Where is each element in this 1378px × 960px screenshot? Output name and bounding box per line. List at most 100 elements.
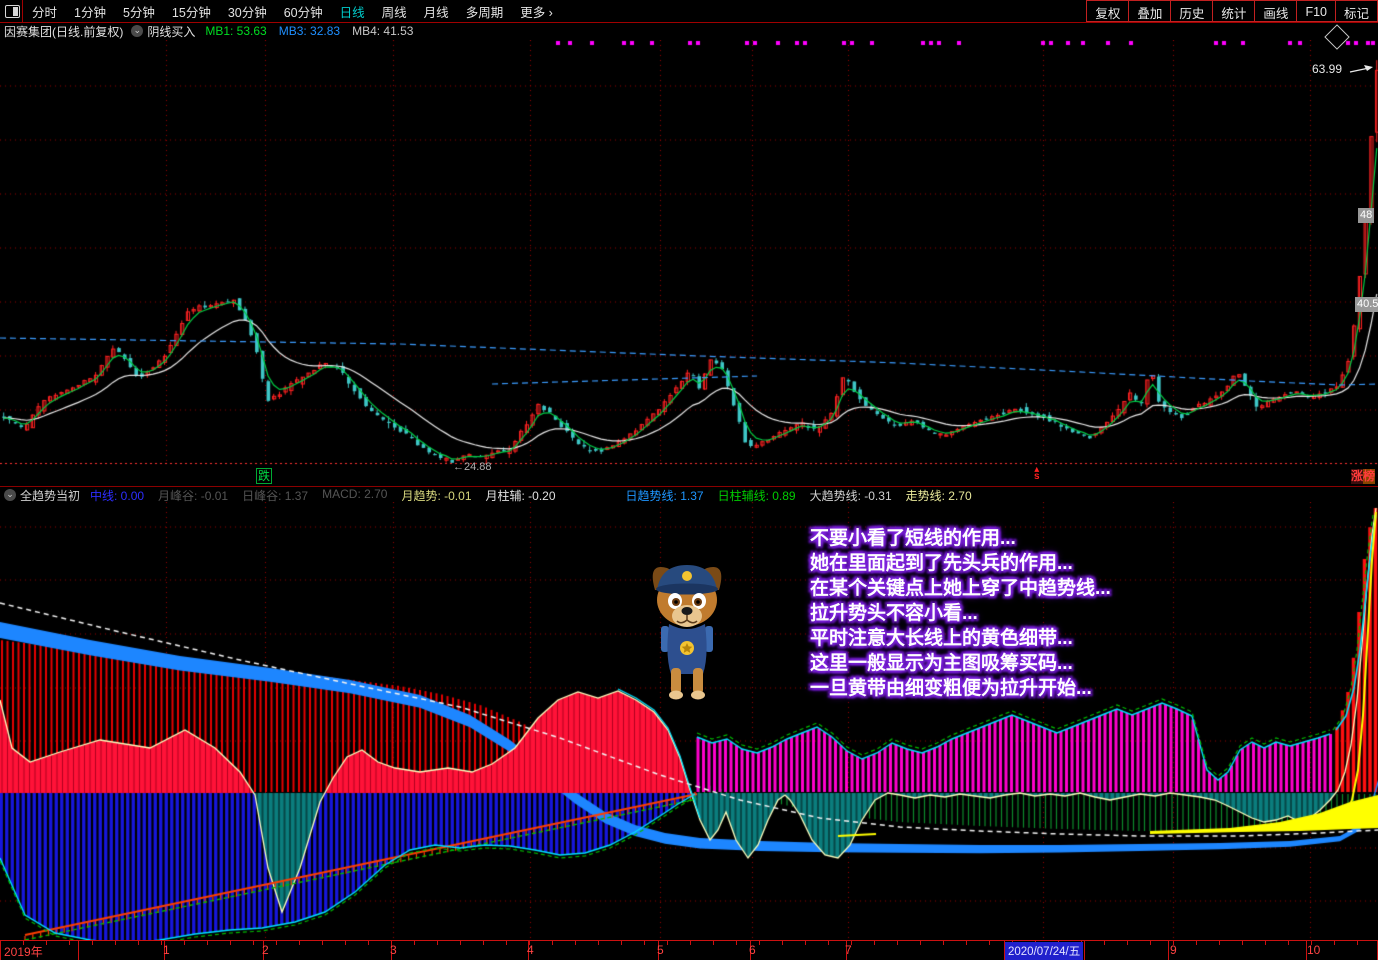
toolbar-button-画线[interactable]: 画线 [1254, 0, 1298, 22]
field-日峰谷: 日峰谷: 1.37 [242, 488, 309, 503]
axis-tick [598, 941, 599, 945]
axis-tick [414, 941, 415, 945]
tab-5分钟[interactable]: 5分钟 [123, 2, 155, 21]
axis-tick [184, 941, 185, 945]
tab-多周期[interactable]: 多周期 [466, 2, 504, 21]
axis-tick [966, 941, 967, 945]
tab-分时[interactable]: 分时 [32, 2, 57, 21]
toolbar-button-统计[interactable]: 统计 [1212, 0, 1256, 22]
rank-badge[interactable]: 涨榜 [1351, 469, 1376, 484]
axis-tick [575, 941, 576, 945]
indicator-values: 中线: 0.00 月峰谷: -0.01 日峰谷: 1.37 MACD: 2.70 月趋势… [90, 487, 986, 504]
axis-tick [207, 941, 208, 945]
axis-tick [253, 941, 254, 945]
axis-tick [1288, 941, 1289, 945]
chevron-down-icon[interactable]: ⌄ [131, 25, 144, 37]
trading-app-window: 分时 1分钟 5分钟 15分钟 30分钟 60分钟 日线 周线 月线 多周期 更多 › 复权 叠加 历史… [0, 0, 1378, 960]
time-axis[interactable]: 2019年 1 2 3 4 5 6 7 9 10 2020/07/24/五 [0, 940, 1378, 960]
field-月趋势: 月趋势: -0.01 [401, 488, 472, 503]
axis-tick [782, 941, 783, 945]
ma-values: MB1: 53.63 MB3: 32.83 MB4: 41.53 [205, 24, 413, 38]
toolbar-button-F10[interactable]: F10 [1296, 0, 1336, 22]
field-月峰谷: 月峰谷: -0.01 [158, 488, 229, 503]
tab-60分钟[interactable]: 60分钟 [284, 2, 323, 21]
tab-月线[interactable]: 月线 [424, 2, 449, 21]
axis-tick [1242, 941, 1243, 945]
field-日趋势线: 日趋势线: 1.37 [625, 488, 704, 503]
axis-tick [483, 941, 484, 945]
annotation-line: 她在里面起到了先头兵的作用... [810, 553, 1073, 574]
axis-label-1: 1 [163, 943, 170, 957]
price-tag-48: 48 [1358, 208, 1375, 223]
axis-separator [78, 941, 79, 960]
axis-tick [828, 941, 829, 945]
axis-tick [1104, 941, 1105, 945]
axis-tick [621, 941, 622, 945]
annotation-line: 在某个关键点上她上穿了中趋势线... [810, 578, 1111, 599]
annotation-line: 不要小看了短线的作用... [810, 528, 1016, 549]
axis-tick [552, 941, 553, 945]
toolbar-button-标记[interactable]: 标记 [1334, 0, 1378, 22]
axis-tick [1150, 941, 1151, 945]
axis-tick [713, 941, 714, 945]
value-MB3: MB3: 32.83 [278, 24, 341, 38]
axis-label-7: 7 [845, 943, 852, 957]
candlestick-chart[interactable] [0, 40, 1378, 486]
indicator-header: ⌄ 全趋势当初 中线: 0.00 月峰谷: -0.01 日峰谷: 1.37 MACD:… [0, 487, 1378, 504]
axis-tick [1357, 941, 1358, 945]
tab-日线[interactable]: 日线 [340, 2, 365, 21]
toolbar-button-复权[interactable]: 复权 [1086, 0, 1130, 22]
axis-tick [69, 941, 70, 945]
tab-1分钟[interactable]: 1分钟 [74, 2, 106, 21]
axis-tick [897, 941, 898, 945]
axis-label-3: 3 [390, 943, 397, 957]
axis-label-2: 2 [262, 943, 269, 957]
axis-tick [230, 941, 231, 945]
chart-title-row: 因赛集团(日线.前复权) ⌄ 阴线买入 MB1: 53.63 MB3: 32.83… [0, 22, 1378, 40]
axis-tick [943, 941, 944, 945]
axis-tick [115, 941, 116, 945]
toolbar-button-叠加[interactable]: 叠加 [1128, 0, 1172, 22]
tab-更多 ›[interactable]: 更多 › [520, 2, 553, 21]
toolbar-button-历史[interactable]: 历史 [1170, 0, 1214, 22]
axis-tick [759, 941, 760, 945]
axis-label-2019年: 2019年 [4, 945, 43, 959]
axis-tick [1219, 941, 1220, 945]
field-走势线: 走势线: 2.70 [905, 488, 972, 503]
drop-marker: 跌 [256, 468, 273, 484]
axis-tick [161, 941, 162, 945]
axis-tick [506, 941, 507, 945]
period-toolbar: 分时 1分钟 5分钟 15分钟 30分钟 60分钟 日线 周线 月线 多周期 更多 › 复权 叠加 历史… [0, 0, 1378, 23]
window-restore-icon[interactable] [5, 5, 20, 18]
axis-tick [46, 941, 47, 945]
price-tag-40-5: 40.5 [1355, 297, 1378, 312]
field-日柱辅线: 日柱辅线: 0.89 [717, 488, 796, 503]
axis-tick [690, 941, 691, 945]
axis-tick [460, 941, 461, 945]
toolbar-right-buttons: 复权 叠加 历史 统计 画线 F10 标记 [1086, 0, 1378, 22]
sell-signal-marker: ▴ s [1034, 464, 1040, 482]
axis-tick [736, 941, 737, 945]
axis-tick [92, 941, 93, 945]
axis-tick [874, 941, 875, 945]
axis-tick [667, 941, 668, 945]
tab-周线[interactable]: 周线 [382, 2, 407, 21]
annotation-line: 一旦黄带由细变粗便为拉升开始... [810, 678, 1092, 699]
chevron-down-icon[interactable]: ⌄ [4, 489, 16, 501]
annotation-line: 这里一般显示为主图吸筹买码... [810, 653, 1073, 674]
axis-tick [1334, 941, 1335, 945]
indicator-name: 全趋势当初 [20, 488, 81, 503]
axis-tick [322, 941, 323, 945]
axis-tick [1127, 941, 1128, 945]
tab-15分钟[interactable]: 15分钟 [172, 2, 211, 21]
axis-tick [1196, 941, 1197, 945]
axis-tick [644, 941, 645, 945]
axis-separator [1084, 941, 1085, 960]
tab-30分钟[interactable]: 30分钟 [228, 2, 267, 21]
instrument-title: 因赛集团(日线.前复权) [4, 24, 124, 39]
price-arrow-icon [1349, 65, 1373, 73]
axis-tick [989, 941, 990, 945]
axis-label-5: 5 [657, 943, 664, 957]
axis-tick [920, 941, 921, 945]
axis-separator [1168, 941, 1169, 960]
